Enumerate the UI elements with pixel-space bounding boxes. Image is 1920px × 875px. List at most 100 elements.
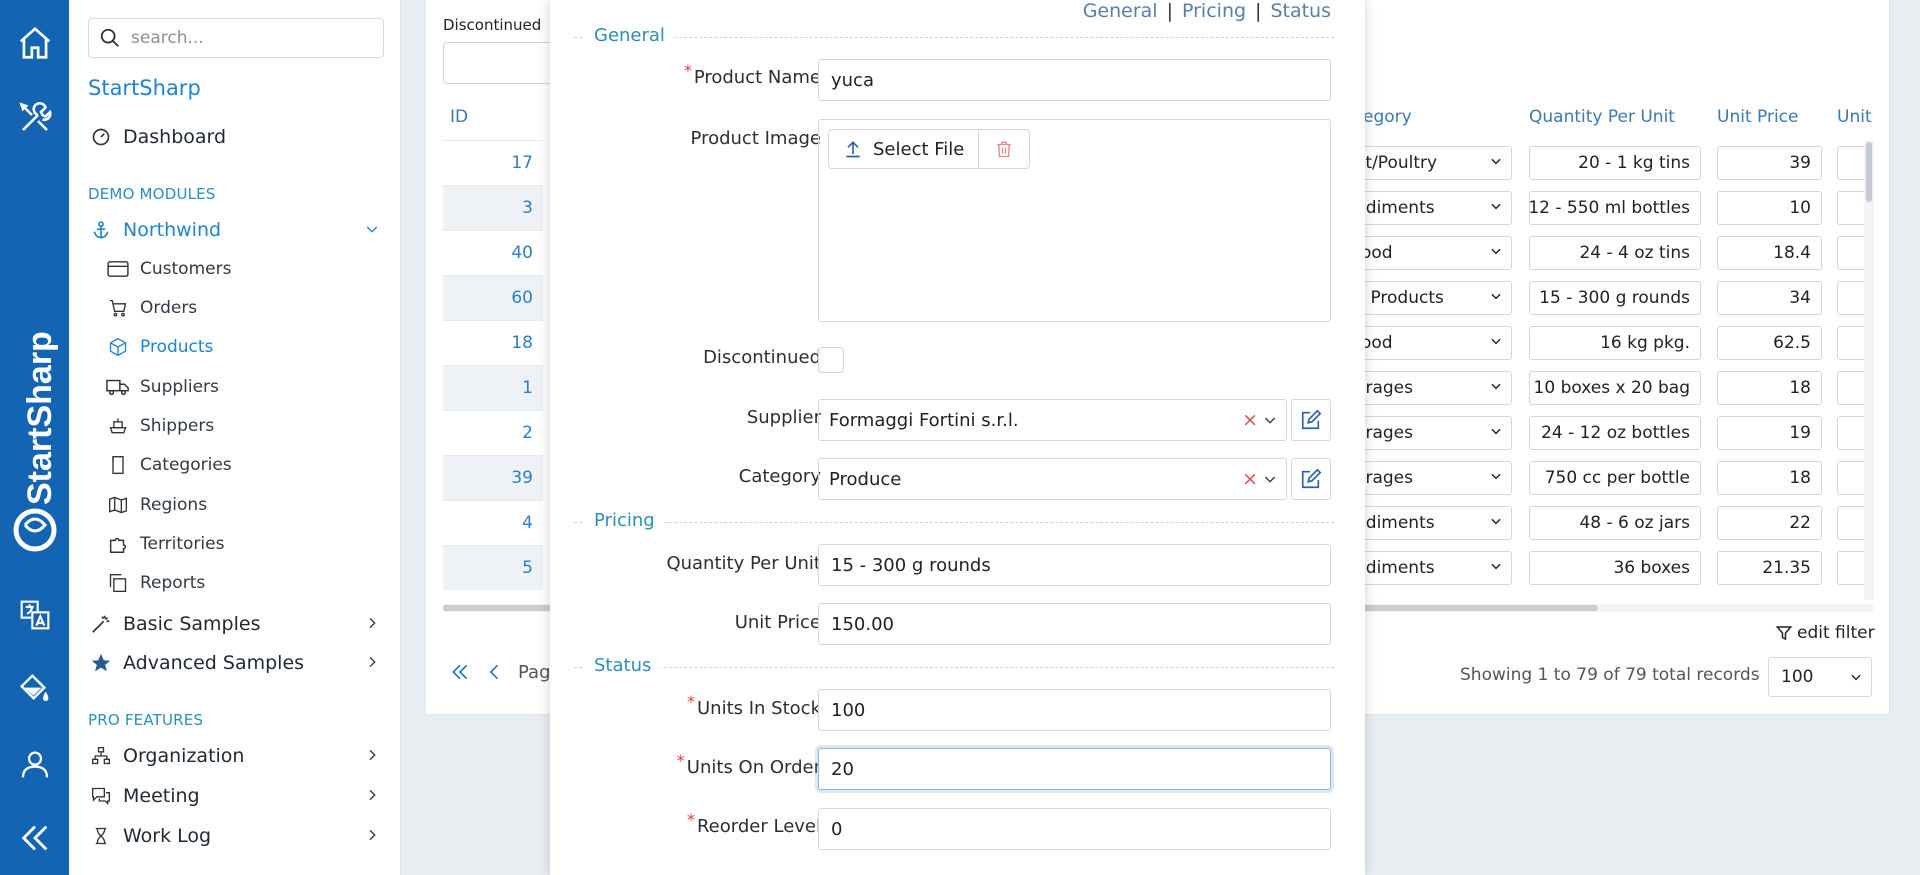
row-quantity-input[interactable]: 20 - 1 kg tins	[1529, 146, 1701, 180]
sidebar-item-regions[interactable]: Regions	[105, 494, 207, 516]
row-unit-input[interactable]	[1837, 191, 1867, 225]
unit-price-input[interactable]: 150.00	[818, 603, 1331, 645]
tools-icon[interactable]	[0, 92, 69, 144]
category-select[interactable]: Produce ×	[818, 458, 1287, 500]
first-page-button[interactable]	[450, 662, 470, 687]
row-id-cell[interactable]: 4	[443, 500, 543, 545]
column-header-unit[interactable]: Unit	[1837, 107, 1872, 127]
sidebar-item-categories[interactable]: Categories	[105, 454, 232, 476]
reorder-level-input[interactable]: 0	[818, 808, 1331, 850]
tab-general[interactable]: General	[1083, 0, 1158, 22]
sidebar-item-basic-samples[interactable]: Basic Samples	[88, 612, 388, 636]
row-quantity-input[interactable]: 12 - 550 ml bottles	[1529, 191, 1701, 225]
chevron-down-icon[interactable]	[1262, 471, 1278, 492]
search-input[interactable]: search...	[88, 18, 384, 58]
row-category-select[interactable]: ndiments	[1350, 551, 1512, 585]
row-quantity-input[interactable]: 10 boxes x 20 bag	[1529, 371, 1701, 405]
row-category-select[interactable]: food	[1350, 326, 1512, 360]
row-price-input[interactable]: 10	[1717, 191, 1822, 225]
sidebar-item-meeting[interactable]: Meeting	[88, 784, 388, 808]
sidebar-item-suppliers[interactable]: Suppliers	[105, 376, 219, 398]
row-unit-input[interactable]	[1837, 461, 1867, 495]
row-category-select[interactable]: erages	[1350, 416, 1512, 450]
grid-vertical-scroll-thumb[interactable]	[1866, 142, 1872, 202]
units-in-stock-input[interactable]: 100	[818, 689, 1331, 731]
sidebar-item-orders[interactable]: Orders	[105, 297, 197, 319]
row-quantity-input[interactable]: 48 - 6 oz jars	[1529, 506, 1701, 540]
row-category-select[interactable]: erages	[1350, 461, 1512, 495]
row-id-cell[interactable]: 18	[443, 320, 543, 365]
row-quantity-input[interactable]: 36 boxes	[1529, 551, 1701, 585]
row-quantity-input[interactable]: 15 - 300 g rounds	[1529, 281, 1701, 315]
row-id-cell[interactable]: 2	[443, 410, 543, 455]
row-price-input[interactable]: 62.5	[1717, 326, 1822, 360]
row-category-select[interactable]: ndiments	[1350, 506, 1512, 540]
product-image-upload-area[interactable]: Select File	[818, 119, 1331, 322]
row-quantity-input[interactable]: 16 kg pkg.	[1529, 326, 1701, 360]
row-unit-input[interactable]	[1837, 326, 1867, 360]
row-unit-input[interactable]	[1837, 236, 1867, 270]
row-category-select[interactable]: y Products	[1350, 281, 1512, 315]
row-price-input[interactable]: 18.4	[1717, 236, 1822, 270]
sidebar-item-northwind[interactable]: Northwind	[88, 218, 388, 242]
row-price-input[interactable]: 39	[1717, 146, 1822, 180]
page-size-select[interactable]: 100	[1768, 657, 1872, 697]
row-id-cell[interactable]: 39	[443, 455, 543, 500]
select-file-button[interactable]: Select File	[829, 130, 980, 168]
sidebar-item-work-log[interactable]: Work Log	[88, 824, 388, 848]
tab-pricing[interactable]: Pricing	[1182, 0, 1246, 22]
row-id-cell[interactable]: 17	[443, 140, 543, 185]
row-price-input[interactable]: 18	[1717, 371, 1822, 405]
row-price-input[interactable]: 34	[1717, 281, 1822, 315]
row-unit-input[interactable]	[1837, 551, 1867, 585]
sidebar-item-customers[interactable]: Customers	[105, 258, 231, 280]
row-quantity-input[interactable]: 24 - 4 oz tins	[1529, 236, 1701, 270]
edit-supplier-button[interactable]	[1291, 399, 1331, 441]
row-price-input[interactable]: 22	[1717, 506, 1822, 540]
column-header-id[interactable]: ID	[450, 107, 468, 127]
row-unit-input[interactable]	[1837, 506, 1867, 540]
row-id-cell[interactable]: 1	[443, 365, 543, 410]
brand-title[interactable]: StartSharp	[88, 76, 201, 100]
row-category-select[interactable]: ndiments	[1350, 191, 1512, 225]
row-id-cell[interactable]: 40	[443, 230, 543, 275]
column-header-unit-price[interactable]: Unit Price	[1717, 107, 1798, 127]
sidebar-item-reports[interactable]: Reports	[105, 572, 205, 594]
units-on-order-input[interactable]: 20	[818, 748, 1331, 790]
sidebar-item-advanced-samples[interactable]: Advanced Samples	[88, 651, 388, 675]
supplier-select[interactable]: Formaggi Fortini s.r.l. ×	[818, 399, 1287, 441]
clear-icon[interactable]: ×	[1242, 468, 1258, 490]
column-header-category[interactable]: egory	[1363, 107, 1412, 127]
row-unit-input[interactable]	[1837, 416, 1867, 450]
row-id-cell[interactable]: 5	[443, 545, 543, 590]
home-icon[interactable]	[0, 17, 69, 69]
grid-vertical-scrollbar[interactable]	[1864, 140, 1874, 600]
row-id-cell[interactable]: 3	[443, 185, 543, 230]
row-price-input[interactable]: 18	[1717, 461, 1822, 495]
row-category-select[interactable]: food	[1350, 236, 1512, 270]
clear-icon[interactable]: ×	[1242, 409, 1258, 431]
edit-filter-link[interactable]: edit filter	[1775, 623, 1875, 643]
row-unit-input[interactable]	[1837, 146, 1867, 180]
row-unit-input[interactable]	[1837, 281, 1867, 315]
translate-icon[interactable]	[0, 589, 69, 641]
sidebar-item-shippers[interactable]: Shippers	[105, 415, 214, 437]
prev-page-button[interactable]	[485, 662, 505, 687]
theme-paint-icon[interactable]	[0, 663, 69, 715]
user-icon[interactable]	[0, 738, 69, 790]
collapse-sidebar-icon[interactable]	[0, 812, 69, 864]
product-name-input[interactable]: yuca	[818, 59, 1331, 101]
row-quantity-input[interactable]: 750 cc per bottle	[1529, 461, 1701, 495]
tab-status[interactable]: Status	[1270, 0, 1331, 22]
delete-file-button[interactable]	[979, 130, 1029, 168]
discontinued-filter-select[interactable]	[443, 42, 553, 84]
sidebar-item-territories[interactable]: Territories	[105, 533, 224, 555]
sidebar-item-dashboard[interactable]: Dashboard	[88, 125, 388, 149]
row-id-cell[interactable]: 60	[443, 275, 543, 320]
chevron-down-icon[interactable]	[1262, 412, 1278, 433]
row-price-input[interactable]: 21.35	[1717, 551, 1822, 585]
discontinued-checkbox[interactable]	[818, 347, 844, 373]
edit-category-button[interactable]	[1291, 458, 1331, 500]
row-category-select[interactable]: erages	[1350, 371, 1512, 405]
quantity-per-unit-input[interactable]: 15 - 300 g rounds	[818, 544, 1331, 586]
